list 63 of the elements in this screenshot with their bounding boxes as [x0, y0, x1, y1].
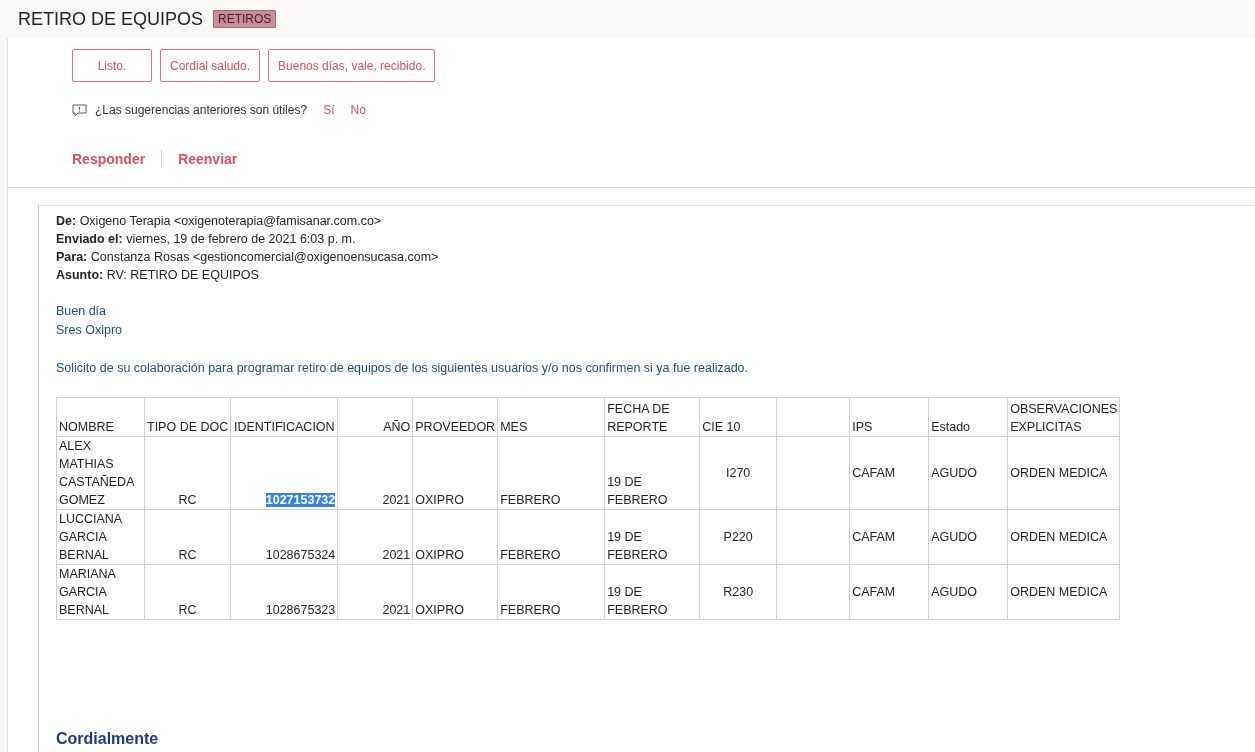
table-cell: FEBRERO — [500, 603, 561, 617]
column-header: OBSERVACIONES EXPLICITAS — [1010, 402, 1118, 434]
table-cell: CAFAM — [852, 585, 896, 599]
column-header: MES — [500, 420, 528, 434]
header-line: Enviado el: viernes, 19 de febrero de 2021 6:03 p. m. — [56, 231, 357, 248]
table-cell: 1028675323 — [265, 603, 336, 617]
no-link[interactable]: No — [350, 103, 366, 117]
table-cell: OXIPRO — [415, 548, 464, 562]
column-header: TIPO DE DOC — [147, 420, 229, 434]
table-cell-text: LUCCIANA GARCIA BERNAL — [59, 511, 122, 564]
header-line: Para: Constanza Rosas <gestioncomercial@oxigenoensucasa.com> — [56, 249, 440, 266]
table-cell-text: 19 DE FEBRERO — [607, 584, 668, 619]
suggested-reply[interactable]: Cordial saludo. — [160, 49, 261, 82]
table-cell: RC — [178, 548, 197, 562]
table-cell: FEBRERO — [500, 548, 561, 562]
header-line: Asunto: RV: RETIRO DE EQUIPOS — [56, 267, 260, 284]
table-cell: 2021 — [382, 603, 411, 617]
table-cell: CAFAM — [852, 530, 896, 544]
table-cell-text: ALEX MATHIAS CASTAÑEDA GOMEZ — [59, 438, 134, 509]
greeting-line: Sres Oxipro — [56, 322, 123, 339]
suggested-reply[interactable]: Buenos días, vale, recibido. — [268, 49, 436, 82]
table-cell: I270 — [726, 466, 751, 480]
table-cell: ORDEN MEDICA — [1010, 585, 1108, 599]
column-header: FECHA DE REPORTE — [607, 402, 670, 434]
greeting-line: Buen día — [56, 303, 108, 320]
suggested-reply[interactable]: Listo. — [72, 49, 152, 82]
column-header: IPS — [852, 420, 873, 434]
table-cell: AGUDO — [931, 585, 977, 599]
table-cell: OXIPRO — [415, 603, 464, 617]
table-cell: 1028675324 — [265, 548, 336, 562]
table-cell: FEBRERO — [500, 493, 561, 507]
table-cell: RC — [178, 493, 197, 507]
forward-button[interactable]: Reenviar — [178, 151, 238, 167]
table-cell: P220 — [723, 530, 753, 544]
column-header: IDENTIFICACION — [233, 420, 335, 434]
feedback-icon — [72, 103, 87, 117]
table-cell: CAFAM — [852, 466, 896, 480]
yes-link[interactable]: Sí — [323, 103, 335, 117]
table-cell-text: 19 DE FEBRERO — [607, 474, 668, 509]
mail-subject: RETIRO DE EQUIPOS — [18, 8, 204, 30]
feedback-question: ¿Las sugerencias anteriores son útiles? — [95, 103, 308, 117]
table-cell: 1027153732 — [265, 493, 336, 507]
table-cell: AGUDO — [931, 466, 977, 480]
column-header: PROVEEDOR — [415, 420, 496, 434]
table-cell: 2021 — [382, 548, 411, 562]
reply-button[interactable]: Responder — [72, 151, 146, 167]
table-cell: RC — [178, 603, 197, 617]
table-cell: AGUDO — [931, 530, 977, 544]
table-cell-text: MARIANA GARCIA BERNAL — [59, 566, 116, 619]
column-header: CIE 10 — [702, 420, 741, 434]
header-line: De: Oxigeno Terapia <oxigenoterapia@famisanar.com.co> — [56, 213, 383, 230]
column-header: Estado — [931, 420, 971, 434]
table-cell: R230 — [723, 585, 754, 599]
closing-text: Cordialmente — [56, 730, 160, 748]
table-cell: ORDEN MEDICA — [1010, 466, 1108, 480]
table-cell: OXIPRO — [415, 493, 464, 507]
column-header: AÑO — [383, 420, 411, 434]
column-header: NOMBRE — [59, 420, 114, 434]
table-cell: ORDEN MEDICA — [1010, 530, 1108, 544]
table-cell: 2021 — [382, 493, 411, 507]
table-cell-text: 19 DE FEBRERO — [607, 529, 668, 564]
message-text: Solicito de su colaboración para programar retiro de equipos de los siguientes usuarios y/o nos confirmen si ya fue realizado. — [56, 360, 750, 377]
category-tag[interactable]: RETIROS — [213, 10, 277, 28]
